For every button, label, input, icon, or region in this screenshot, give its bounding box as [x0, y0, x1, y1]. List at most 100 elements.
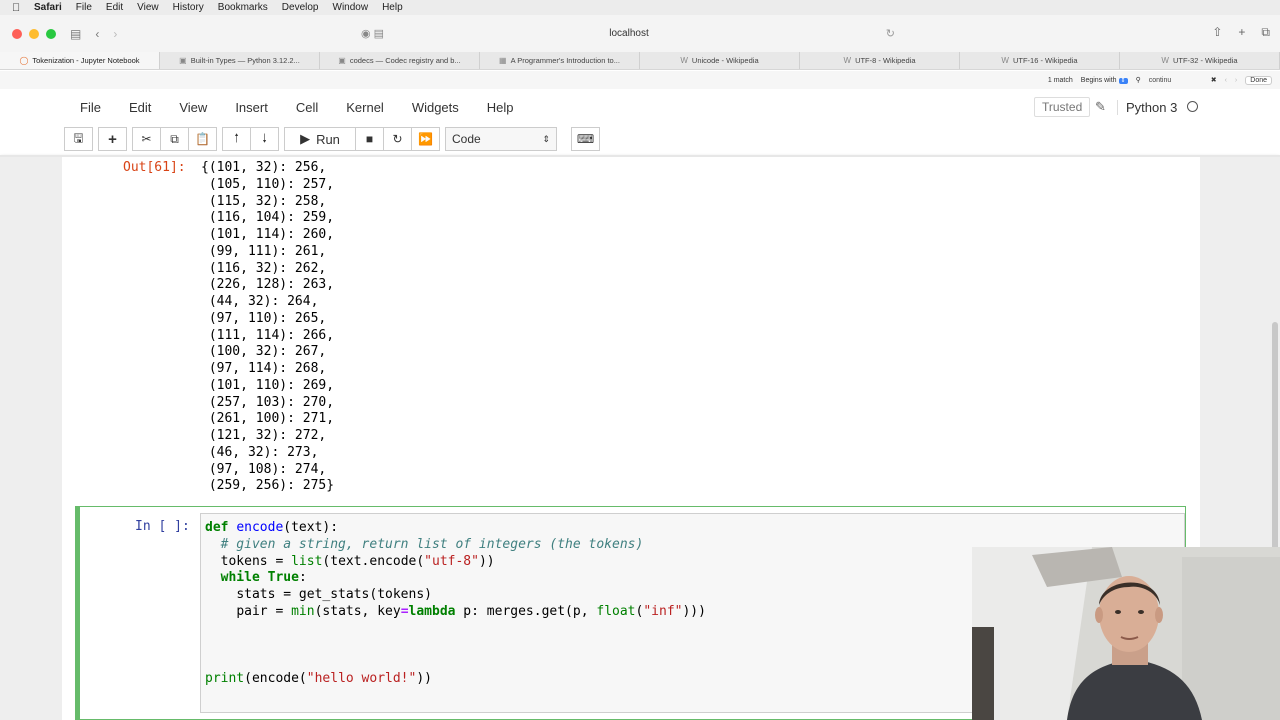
tab-label: UTF-8 - Wikipedia [855, 56, 916, 65]
menu-bookmarks[interactable]: Bookmarks [218, 2, 268, 13]
scissors-icon: ✂ [141, 132, 152, 146]
forward-icon[interactable]: › [113, 27, 117, 41]
copy-icon: ⧉ [170, 131, 179, 146]
save-icon: 🖫 [73, 130, 84, 145]
tab-overview-icon[interactable]: ⧉ [1261, 25, 1270, 40]
tab-label: A Programmer's Introduction to... [510, 56, 620, 65]
tab-utf8[interactable]: W UTF-8 - Wikipedia [800, 52, 960, 69]
reload-icon[interactable]: ↻ [886, 27, 895, 40]
jupyter-menu-view[interactable]: View [179, 100, 207, 115]
trusted-indicator[interactable]: Trusted [1034, 97, 1091, 117]
tab-label: Built-in Types — Python 3.12.2... [190, 56, 300, 65]
python-favicon-icon: ▣ [179, 56, 187, 65]
jupyter-menu-file[interactable]: File [80, 100, 101, 115]
tab-jupyter[interactable]: ◯ Tokenization - Jupyter Notebook [0, 52, 160, 69]
find-mode-badge: ⇕ [1118, 77, 1128, 84]
input-prompt: In [ ]: [135, 519, 190, 534]
address-bar[interactable]: ◉ ▤ localhost ↻ [355, 21, 903, 45]
restart-button[interactable]: ↻ [383, 127, 412, 151]
output-prompt: Out[61]: [123, 160, 186, 175]
command-palette-button[interactable]: ⌨ [571, 127, 600, 151]
menu-safari[interactable]: Safari [34, 2, 62, 13]
cell-type-select[interactable]: Code ⇕ [445, 127, 557, 151]
menu-edit[interactable]: Edit [106, 2, 123, 13]
output-line: (105, 110): 257, [201, 176, 335, 192]
save-button[interactable]: 🖫 [64, 127, 93, 151]
run-button[interactable]: ▶ Run [284, 127, 356, 151]
page-scrollbar[interactable] [1272, 322, 1278, 562]
plus-icon: + [108, 130, 117, 148]
menu-window[interactable]: Window [333, 2, 369, 13]
copy-button[interactable]: ⧉ [160, 127, 189, 151]
output-line: (46, 32): 273, [201, 444, 319, 460]
find-next-icon[interactable]: › [1235, 77, 1237, 84]
tab-builtin-types[interactable]: ▣ Built-in Types — Python 3.12.2... [160, 52, 320, 69]
output-line: (111, 114): 266, [201, 327, 335, 343]
restart-run-all-button[interactable]: ⏩ [411, 127, 440, 151]
wikipedia-favicon-icon: W [1161, 56, 1169, 65]
address-text: localhost [609, 27, 649, 39]
kernel-name[interactable]: Python 3 [1117, 99, 1177, 115]
paste-button[interactable]: 📋 [188, 127, 217, 151]
output-line: (116, 32): 262, [201, 260, 327, 276]
tab-utf16[interactable]: W UTF-16 - Wikipedia [960, 52, 1120, 69]
output-line: (101, 110): 269, [201, 377, 335, 393]
find-done-button[interactable]: Done [1245, 75, 1272, 85]
jupyter-menu-cell[interactable]: Cell [296, 100, 318, 115]
move-up-button[interactable]: 🠑 [222, 127, 251, 151]
macos-menubar:  Safari File Edit View History Bookmark… [0, 0, 1280, 15]
find-mode-label: Begins with [1080, 76, 1117, 84]
tab-bar: ◯ Tokenization - Jupyter Notebook ▣ Built-… [0, 52, 1280, 70]
tab-unicode[interactable]: W Unicode - Wikipedia [640, 52, 800, 69]
move-down-button[interactable]: 🠓 [250, 127, 279, 151]
tab-label: Tokenization - Jupyter Notebook [32, 56, 140, 65]
privacy-icon[interactable]: ◉ ▤ [361, 27, 384, 40]
wikipedia-favicon-icon: W [680, 56, 688, 65]
tab-label: codecs — Codec registry and b... [349, 56, 461, 65]
find-match-count: 1 match [1047, 76, 1073, 84]
menu-file[interactable]: File [76, 2, 92, 13]
restart-icon: ↻ [392, 132, 403, 146]
menu-help[interactable]: Help [382, 2, 403, 13]
jupyter-menu-insert[interactable]: Insert [235, 100, 268, 115]
menu-view[interactable]: View [137, 2, 159, 13]
tab-label: Unicode - Wikipedia [691, 56, 759, 65]
find-input[interactable]: continu [1149, 77, 1203, 84]
find-prev-icon[interactable]: ‹ [1225, 77, 1227, 84]
jupyter-menu-kernel[interactable]: Kernel [346, 100, 384, 115]
interrupt-button[interactable]: ■ [355, 127, 384, 151]
tab-utf32[interactable]: W UTF-32 - Wikipedia [1120, 52, 1280, 69]
output-line: (226, 128): 263, [201, 277, 335, 293]
find-mode-dropdown[interactable]: Begins with ⇕ [1081, 77, 1128, 84]
zoom-window-button[interactable] [46, 28, 56, 39]
tab-programmers-intro[interactable]: ▦ A Programmer's Introduction to... [480, 52, 640, 69]
tab-codecs[interactable]: ▣ codecs — Codec registry and b... [320, 52, 480, 69]
code-text[interactable]: def encode(text): # given a string, retu… [205, 520, 706, 688]
jupyter-menu-widgets[interactable]: Widgets [412, 100, 459, 115]
sidebar-icon[interactable]: ▤ [70, 27, 81, 41]
jupyter-menu-edit[interactable]: Edit [129, 100, 151, 115]
webcam-overlay [972, 547, 1280, 720]
cut-button[interactable]: ✂ [132, 127, 161, 151]
arrow-down-icon: 🠓 [262, 130, 267, 145]
menu-develop[interactable]: Develop [282, 2, 319, 13]
minimize-window-button[interactable] [29, 28, 39, 39]
menu-history[interactable]: History [173, 2, 204, 13]
jupyter-menu-help[interactable]: Help [487, 100, 514, 115]
run-label: Run [316, 131, 340, 147]
output-line: (121, 32): 272, [201, 428, 327, 443]
share-icon[interactable]: ⇧ [1212, 25, 1222, 40]
apple-icon[interactable]:  [12, 2, 30, 14]
find-clear-icon[interactable]: ✖ [1211, 76, 1217, 84]
output-text: {(101, 32): 256, (105, 110): 257, (115, … [201, 160, 334, 495]
output-line: (97, 108): 274, [201, 461, 327, 477]
fast-forward-icon: ⏩ [418, 132, 433, 146]
close-window-button[interactable] [12, 28, 22, 39]
play-icon: ▶ [300, 131, 311, 146]
find-bar: 1 match Begins with ⇕ ⚲ continu ✖ ‹ › Do… [0, 71, 1280, 89]
output-line: (101, 114): 260, [201, 227, 335, 242]
insert-cell-button[interactable]: + [98, 127, 127, 151]
back-icon[interactable]: ‹ [95, 27, 99, 41]
new-tab-icon[interactable]: + [1238, 25, 1245, 40]
pencil-icon[interactable]: ✎ [1095, 99, 1106, 115]
